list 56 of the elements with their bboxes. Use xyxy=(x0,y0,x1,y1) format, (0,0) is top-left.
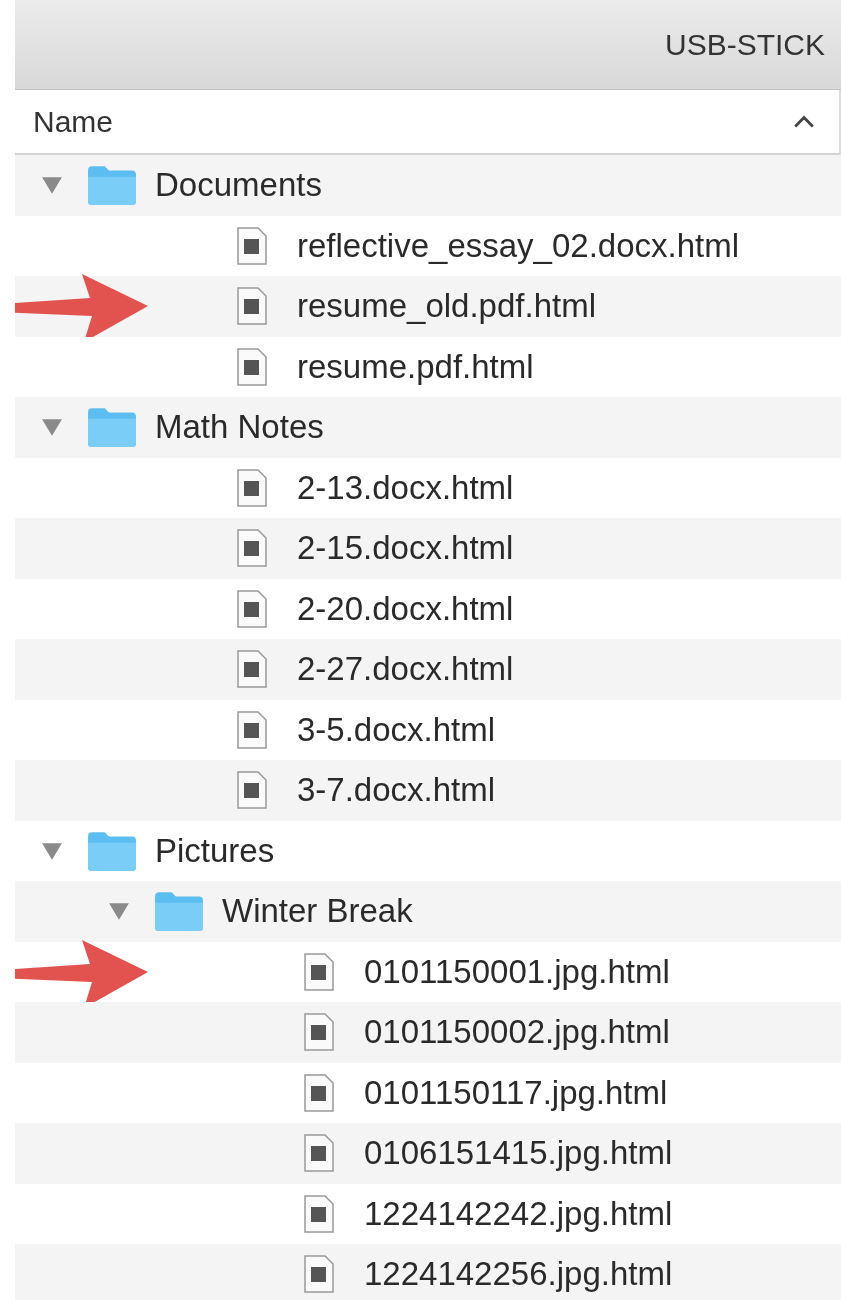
file-name: 3-7.docx.html xyxy=(297,771,496,810)
file-name: 0101150002.jpg.html xyxy=(364,1013,670,1052)
folder-icon xyxy=(154,890,204,933)
file-name: 1224142256.jpg.html xyxy=(364,1255,673,1294)
tree-row[interactable]: 2-15.docx.html xyxy=(15,518,841,579)
document-icon xyxy=(304,1194,334,1233)
document-icon xyxy=(304,1134,334,1173)
folder-name: Pictures xyxy=(155,831,275,870)
sort-chevron-icon[interactable] xyxy=(793,114,815,129)
disclosure-triangle-icon[interactable] xyxy=(41,840,63,861)
tree-row[interactable]: 0106151415.jpg.html xyxy=(15,1123,841,1184)
column-header[interactable]: Name xyxy=(15,90,841,155)
folder-icon xyxy=(87,406,137,449)
file-name: 0101150117.jpg.html xyxy=(364,1073,668,1112)
folder-name: Math Notes xyxy=(155,408,324,447)
document-icon xyxy=(237,529,267,568)
file-name: 2-20.docx.html xyxy=(297,589,514,628)
file-name: 0101150001.jpg.html xyxy=(364,952,670,991)
document-icon xyxy=(304,1073,334,1112)
file-name: reflective_essay_02.docx.html xyxy=(297,226,740,265)
file-name: 1224142242.jpg.html xyxy=(364,1194,673,1233)
document-icon xyxy=(237,226,267,265)
file-name: 2-27.docx.html xyxy=(297,650,514,689)
document-icon xyxy=(304,952,334,991)
disclosure-triangle-icon[interactable] xyxy=(41,417,63,438)
folder-icon xyxy=(87,164,137,207)
column-title: Name xyxy=(33,104,114,139)
document-icon xyxy=(304,1255,334,1294)
document-icon xyxy=(304,1013,334,1052)
tree-row[interactable]: Documents xyxy=(15,155,841,216)
disclosure-triangle-icon[interactable] xyxy=(41,175,63,196)
file-name: resume_old.pdf.html xyxy=(297,287,596,326)
file-name: 2-13.docx.html xyxy=(297,468,514,507)
folder-name: Winter Break xyxy=(222,892,413,931)
tree-row[interactable]: 0101150002.jpg.html xyxy=(15,1002,841,1063)
document-icon xyxy=(237,589,267,628)
folder-icon xyxy=(87,829,137,872)
disclosure-triangle-icon[interactable] xyxy=(108,901,130,922)
document-icon xyxy=(237,287,267,326)
tree-row[interactable]: 2-27.docx.html xyxy=(15,639,841,700)
document-icon xyxy=(237,347,267,386)
window-title: USB-STICK xyxy=(664,27,825,62)
file-name: 2-15.docx.html xyxy=(297,529,514,568)
file-name: 0106151415.jpg.html xyxy=(364,1134,673,1173)
document-icon xyxy=(237,771,267,810)
document-icon xyxy=(237,468,267,507)
tree-row[interactable]: 3-7.docx.html xyxy=(15,760,841,821)
document-icon xyxy=(237,650,267,689)
folder-name: Documents xyxy=(155,166,322,205)
tree-row[interactable]: resume_old.pdf.html xyxy=(15,276,841,337)
tree-row[interactable]: Math Notes xyxy=(15,397,841,458)
file-name: resume.pdf.html xyxy=(297,347,534,386)
tree-row[interactable]: Winter Break xyxy=(15,881,841,942)
document-icon xyxy=(237,710,267,749)
tree-row[interactable]: 1224142256.jpg.html xyxy=(15,1244,841,1300)
file-name: 3-5.docx.html xyxy=(297,710,496,749)
